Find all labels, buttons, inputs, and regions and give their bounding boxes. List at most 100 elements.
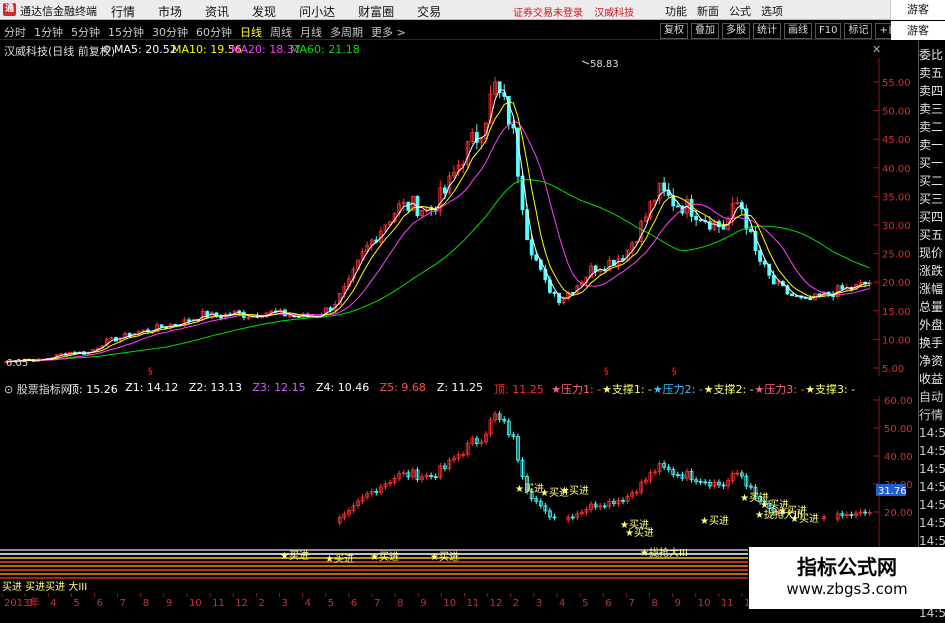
candle-body <box>790 293 794 297</box>
login-notice: 证券交易未登录 汉威科技 <box>513 4 642 19</box>
menu-new-page[interactable]: 新面 <box>697 3 719 19</box>
date-label: 8 <box>652 598 658 609</box>
price-tick-label: 25.00 <box>882 250 911 261</box>
menu-market[interactable]: 市场 <box>158 3 182 20</box>
date-label: 5 <box>582 598 588 609</box>
side-panel-item[interactable]: 行情 <box>919 405 943 425</box>
menu-functions[interactable]: 功能 <box>665 3 687 19</box>
candle-body <box>442 187 447 194</box>
tab-60min[interactable]: 60分钟 <box>196 24 232 40</box>
side-panel-item: 14:50 <box>919 426 945 440</box>
tab-weekly[interactable]: 周线 <box>270 24 292 40</box>
side-panel-item: 卖四 <box>919 84 944 98</box>
guest-button[interactable]: 游客 <box>890 0 945 20</box>
side-panel-item: 收益 <box>919 372 944 386</box>
notice-login[interactable]: 证券交易未登录 <box>513 8 583 19</box>
side-panel-item[interactable]: 自动 <box>919 387 943 407</box>
tab-15min[interactable]: 15分钟 <box>108 24 144 40</box>
ma60-value: MA60: 21.18 <box>290 43 360 56</box>
date-label: 9 <box>675 598 681 609</box>
candle-body <box>762 260 767 265</box>
date-label: 3 <box>27 598 33 609</box>
period-toolbar: 分时 1分钟 5分钟 15分钟 30分钟 60分钟 日线 周线 月线 多周期 更… <box>0 21 945 40</box>
indicator-value: Z2: 13.13 <box>188 381 243 394</box>
candle-body <box>721 226 726 230</box>
overlay-button[interactable]: 叠加 <box>691 23 719 39</box>
candle-body <box>187 319 191 322</box>
notice-stock: 汉威科技 <box>594 8 635 19</box>
menu-news[interactable]: 资讯 <box>205 3 229 20</box>
period-tabs: 分时 1分钟 5分钟 15分钟 30分钟 60分钟 日线 周线 月线 多周期 更… <box>4 24 414 40</box>
menu-formula[interactable]: 公式 <box>729 3 751 19</box>
buy-signal-label: ★拢抢大III <box>640 546 688 559</box>
side-panel-item: 卖三 <box>919 102 944 116</box>
low-price-label: 6.05 <box>6 358 28 369</box>
side-panel-item: 总量 <box>919 300 944 314</box>
main-price-chart[interactable]: 55.00 50.00 45.00 40.00 35.00 30.00 25.00 20.00… <box>0 58 915 376</box>
side-panel-item: 买三 <box>919 192 944 206</box>
f10-button[interactable]: F10 <box>815 23 842 39</box>
tab-30min[interactable]: 30分钟 <box>152 24 188 40</box>
side-panel-item: 委比 <box>919 48 944 62</box>
menu-trade[interactable]: 交易 <box>417 3 441 20</box>
tab-intraday[interactable]: 分时 <box>4 24 26 40</box>
tab-5min[interactable]: 5分钟 <box>71 24 100 40</box>
date-label: 12 <box>490 598 503 609</box>
guest-label[interactable]: 游客 <box>891 21 945 40</box>
date-label: 7 <box>374 598 380 609</box>
watermark-title: 指标公式网 <box>797 555 897 579</box>
price-tick-label: 35.00 <box>882 192 911 203</box>
candle-body <box>534 254 539 261</box>
date-label: 9 <box>166 598 172 609</box>
indicator-value: ★压力3: - <box>754 383 805 396</box>
candle-body <box>840 285 845 290</box>
ma5-value: MA5: 20.52 <box>114 43 177 56</box>
date-label: 3 <box>536 598 542 609</box>
side-panel-item: 净资 <box>919 354 944 368</box>
date-label: 10 <box>443 598 456 609</box>
side-panel-item: 买四 <box>919 210 944 224</box>
candle-body <box>219 316 223 319</box>
indicator-value: Z1: 14.12 <box>125 381 179 394</box>
stats-button[interactable]: 统计 <box>753 23 781 39</box>
tab-monthly[interactable]: 月线 <box>300 24 322 40</box>
buy-signal-label: ★买进 <box>280 550 309 562</box>
menu-discover[interactable]: 发现 <box>252 3 276 20</box>
indicator-value: ★支撑3: - <box>805 383 856 396</box>
tab-daily[interactable]: 日线 <box>240 24 262 40</box>
date-label: 6 <box>97 598 103 609</box>
draw-button[interactable]: 画线 <box>784 23 812 39</box>
candle-body <box>689 198 694 217</box>
side-panel-item: 14:50 <box>919 480 945 494</box>
side-panel-item: 买一 <box>919 156 944 170</box>
menu-wealth[interactable]: 财富圈 <box>358 3 394 20</box>
tab-more[interactable]: 更多 > <box>371 24 406 40</box>
date-label: 4 <box>559 598 565 609</box>
close-icon[interactable]: ✕ <box>872 43 881 56</box>
candle-body <box>406 201 411 211</box>
indicator-value: Z: 11.25 <box>436 381 484 394</box>
buy-signal-label: ★买进 <box>430 551 459 563</box>
side-panel-item: 卖五 <box>919 66 944 80</box>
menu-quotes[interactable]: 行情 <box>111 3 135 20</box>
multi-stock-button[interactable]: 多股 <box>722 23 750 39</box>
price-tick-label: 50.00 <box>882 107 911 118</box>
main-chart-header: 汉威科技(日线 前复权) ⚙ MA5: 20.52 MA10: 19.56 MA… <box>0 41 915 58</box>
menu-ask[interactable]: 问小达 <box>299 3 335 20</box>
indicator-value: Z4: 10.46 <box>316 381 370 394</box>
candle-body <box>694 216 699 221</box>
side-panel-item: 14:50 <box>919 516 945 530</box>
gear-icon[interactable]: ⚙ <box>102 43 112 56</box>
main-menu: 行情 市场 资讯 发现 问小达 财富圈 交易 <box>111 3 464 20</box>
menu-options[interactable]: 选项 <box>761 3 783 19</box>
candle-body <box>771 274 776 285</box>
side-panel-item: 14:50 <box>919 462 945 476</box>
tab-1min[interactable]: 1分钟 <box>34 24 63 40</box>
date-label: 8 <box>397 598 403 609</box>
chart-buttons: 复权 叠加 多股 统计 画线 F10 标记 +自选 <box>660 23 915 39</box>
mark-button[interactable]: 标记 <box>844 23 873 39</box>
date-label: 7 <box>628 598 634 609</box>
adjust-button[interactable]: 复权 <box>660 23 688 39</box>
date-label: 11 <box>467 598 480 609</box>
tab-multi-period[interactable]: 多周期 <box>330 24 363 40</box>
